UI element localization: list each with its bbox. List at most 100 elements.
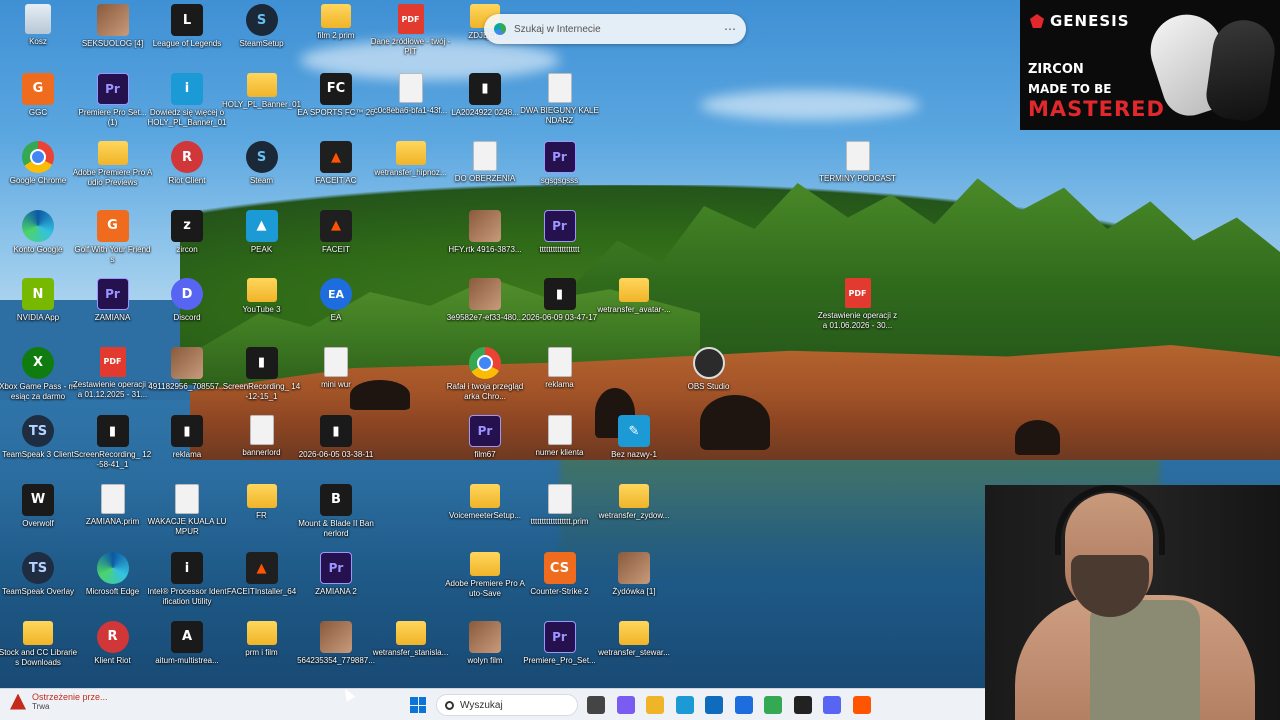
desktop-icon[interactable]: Pr ZAMIANA	[75, 278, 151, 344]
desktop-icon[interactable]: Kosz	[0, 4, 76, 70]
desktop-icon[interactable]: CS Counter-Strike 2	[522, 552, 598, 618]
more-options-icon[interactable]: ⋯	[724, 22, 736, 36]
desktop-icon[interactable]: ▮ LA2024922 0248...	[447, 72, 523, 139]
desktop-icon[interactable]: G GGC	[0, 72, 76, 139]
desktop-icon[interactable]: Aaitum-multistrea...	[149, 620, 225, 687]
desktop-icon[interactable]: Rafał i twoja przeglądarka Chro...	[447, 346, 523, 413]
desktop-icon[interactable]: ▮ ScreenRecording_ 14-12-15_1	[223, 346, 300, 413]
desktop-icon[interactable]: ▮ 2026-06-05 03-38-11	[298, 415, 374, 481]
desktop-icon[interactable]: TS TeamSpeak 3 Client	[0, 415, 76, 481]
desktop-icon[interactable]: i Dowiedz się więcej o HOLY_PL_Banner_01 …	[147, 72, 227, 139]
desktop-icon[interactable]: B Mount & Blade II Bannerlord	[298, 483, 374, 550]
desktop-icon[interactable]: YouTube 3	[224, 278, 300, 344]
file-explorer-icon[interactable]	[646, 696, 664, 714]
desktop-icon[interactable]: Google Chrome	[0, 141, 76, 207]
desktop-icon[interactable]: 3e9582e7-ef33-480...	[447, 278, 523, 344]
desktop-icon[interactable]: PDF Dane źródłowe - twój - PIT	[371, 4, 450, 70]
desktop-icon[interactable]: wetransfer_stanisla...	[373, 620, 449, 687]
desktop-icon[interactable]: wetransfer_hipnoz...	[373, 141, 449, 207]
browser-search-popup[interactable]: Szukaj w Internecie ⋯	[484, 14, 746, 44]
desktop-icon[interactable]: ▲ FACEITInstaller_64	[224, 552, 300, 618]
desktop-icon[interactable]: 491182956_708557...	[148, 346, 226, 413]
advertisement-overlay[interactable]: GENESIS ZIRCON MADE TO BE MASTERED	[1020, 0, 1280, 130]
store-icon[interactable]	[734, 696, 753, 714]
desktop-icon[interactable]: DWA BIEGUNY KALENDARZ	[520, 72, 599, 139]
desktop-icon-label: FR	[256, 510, 267, 520]
desktop-icon[interactable]: R Klient Riot	[75, 620, 151, 687]
desktop-icon[interactable]: prm i film	[224, 620, 300, 687]
desktop-icon[interactable]: Żydówka [1]	[596, 552, 672, 618]
desktop-icon[interactable]: D Discord	[149, 278, 225, 344]
desktop-icon[interactable]: TS TeamSpeak Overlay	[0, 552, 76, 618]
desktop-icon-label: sgsgsgsss	[540, 176, 579, 185]
desktop-icon[interactable]: S Steam	[224, 141, 300, 207]
desktop-icon[interactable]: X Xbox Game Pass - miesiąc za darmo	[0, 346, 77, 413]
desktop-icon[interactable]: wetransfer_avatar-...	[596, 278, 672, 344]
desktop-icon[interactable]: WAKACJE KUALA LUMPUR	[148, 483, 226, 550]
desktop-icon[interactable]: ✎ Bez nazwy-1	[596, 415, 672, 481]
desktop-icon[interactable]: c0c8eba6-bfa1-43f...	[373, 72, 449, 139]
desktop-icon[interactable]: ▲ PEAK	[224, 209, 300, 276]
desktop-icon[interactable]: i Intel® Processor Identification Utility	[147, 552, 227, 618]
desktop-icon[interactable]: HFY.rtk 4916-3873...	[447, 209, 523, 276]
desktop-icon[interactable]: G Golf With Your Friends	[74, 209, 151, 276]
desktop-icon[interactable]: DO OBERZENIA	[447, 141, 523, 207]
desktop-icon[interactable]: N NVIDIA App	[0, 278, 76, 344]
desktop-icon[interactable]: Pr Premiere_Pro_Set...	[522, 620, 598, 687]
desktop-icon[interactable]: Microsoft Edge	[75, 552, 151, 618]
desktop-icon[interactable]: Pr film67	[447, 415, 523, 481]
copilot-icon[interactable]	[616, 696, 635, 714]
desktop-icon[interactable]: wetransfer_stewar...	[596, 620, 672, 687]
desktop-icon[interactable]: HOLY_PL_Banner_01	[222, 72, 301, 139]
desktop-icon[interactable]: reklama	[522, 346, 598, 413]
desktop-icon[interactable]: ▮ 2026-06-09 03-47-17	[522, 278, 598, 344]
desktop-icon[interactable]: film 2 prim	[298, 4, 374, 70]
desktop-icon[interactable]: Pr Premiere Pro Set... (1)	[75, 72, 151, 139]
desktop-icon[interactable]: W Overwolf	[0, 483, 76, 550]
desktop-icon[interactable]: ▮ reklama	[149, 415, 225, 481]
riot-client-icon[interactable]	[793, 696, 812, 714]
task-view-icon[interactable]	[587, 696, 605, 714]
desktop-icon[interactable]: FC EA SPORTS FC™ 26	[297, 72, 375, 139]
desktop-icon[interactable]: FR	[224, 483, 300, 550]
search-popup-input[interactable]: Szukaj w Internecie	[514, 24, 716, 35]
desktop-icon-label: ZAMIANA	[94, 313, 131, 322]
desktop-icon[interactable]: ▲ FACEIT	[298, 209, 374, 276]
discord-icon[interactable]	[823, 696, 841, 714]
faceit-icon[interactable]	[852, 696, 871, 714]
desktop-icon[interactable]: wetransfer_zydow...	[596, 483, 672, 550]
desktop-icon[interactable]: OBS Studio	[671, 346, 747, 413]
desktop-icon[interactable]: Konto Google	[0, 209, 76, 276]
desktop-icon[interactable]: Stock and CC Libraries Downloads	[0, 620, 77, 687]
edge-icon[interactable]	[675, 696, 694, 714]
desktop-icon[interactable]: S SteamSetup	[224, 4, 300, 70]
taskbar-notification[interactable]: Ostrzeżenie prze... Trwa	[10, 692, 108, 711]
start-button[interactable]	[410, 697, 426, 713]
desktop-icon[interactable]: Pr ZAMIANA 2	[298, 552, 374, 618]
desktop-icon[interactable]: VoicemeeterSetup...	[447, 483, 523, 550]
desktop-icon[interactable]: R Riot Client	[149, 141, 225, 207]
desktop-icon[interactable]: ▲ FACEIT AC	[298, 141, 374, 207]
desktop-icon[interactable]: mini wur	[298, 346, 374, 413]
desktop-icon[interactable]: Adobe Premiere Pro Auto-Save	[445, 552, 525, 618]
desktop-icon[interactable]: ▮ ScreenRecording_ 12-58-41_1	[74, 415, 151, 481]
taskbar-search[interactable]: Wyszukaj	[436, 694, 578, 716]
desktop-icon[interactable]: bannerlord	[224, 415, 300, 481]
desktop-icon[interactable]: L League of Legends	[149, 4, 225, 70]
desktop-icon[interactable]: 564235354_779887...	[297, 620, 375, 687]
desktop-icon[interactable]: z zircon	[149, 209, 225, 276]
desktop-icon[interactable]: wolyn film	[447, 620, 523, 687]
desktop-icon[interactable]: ZAMIANA.prim	[75, 483, 151, 550]
desktop-icon[interactable]: numer klienta	[522, 415, 598, 481]
chrome-icon[interactable]	[764, 696, 782, 714]
desktop-icon[interactable]: tttttttttttttttttt.prim	[522, 483, 598, 550]
desktop-icon[interactable]: Pr sgsgsgsss	[522, 141, 598, 207]
desktop-icon[interactable]: SEKSUOLOG [4]	[75, 4, 151, 70]
desktop-icon[interactable]: EA EA	[298, 278, 374, 344]
desktop-icon[interactable]: Adobe Premiere Pro Audio Previews	[73, 141, 152, 207]
desktop-icon[interactable]: PDF Zestawienie operacji za 01.12.2025 - …	[73, 346, 152, 413]
desktop-icon[interactable]: Pr tttttttttttttttttt	[522, 209, 598, 276]
desktop-icon[interactable]: TERMINY PODCAST	[819, 141, 896, 207]
outlook-icon[interactable]	[705, 696, 723, 714]
desktop-icon[interactable]: PDF Zestawienie operacji za 01.06.2026 - …	[818, 278, 897, 344]
